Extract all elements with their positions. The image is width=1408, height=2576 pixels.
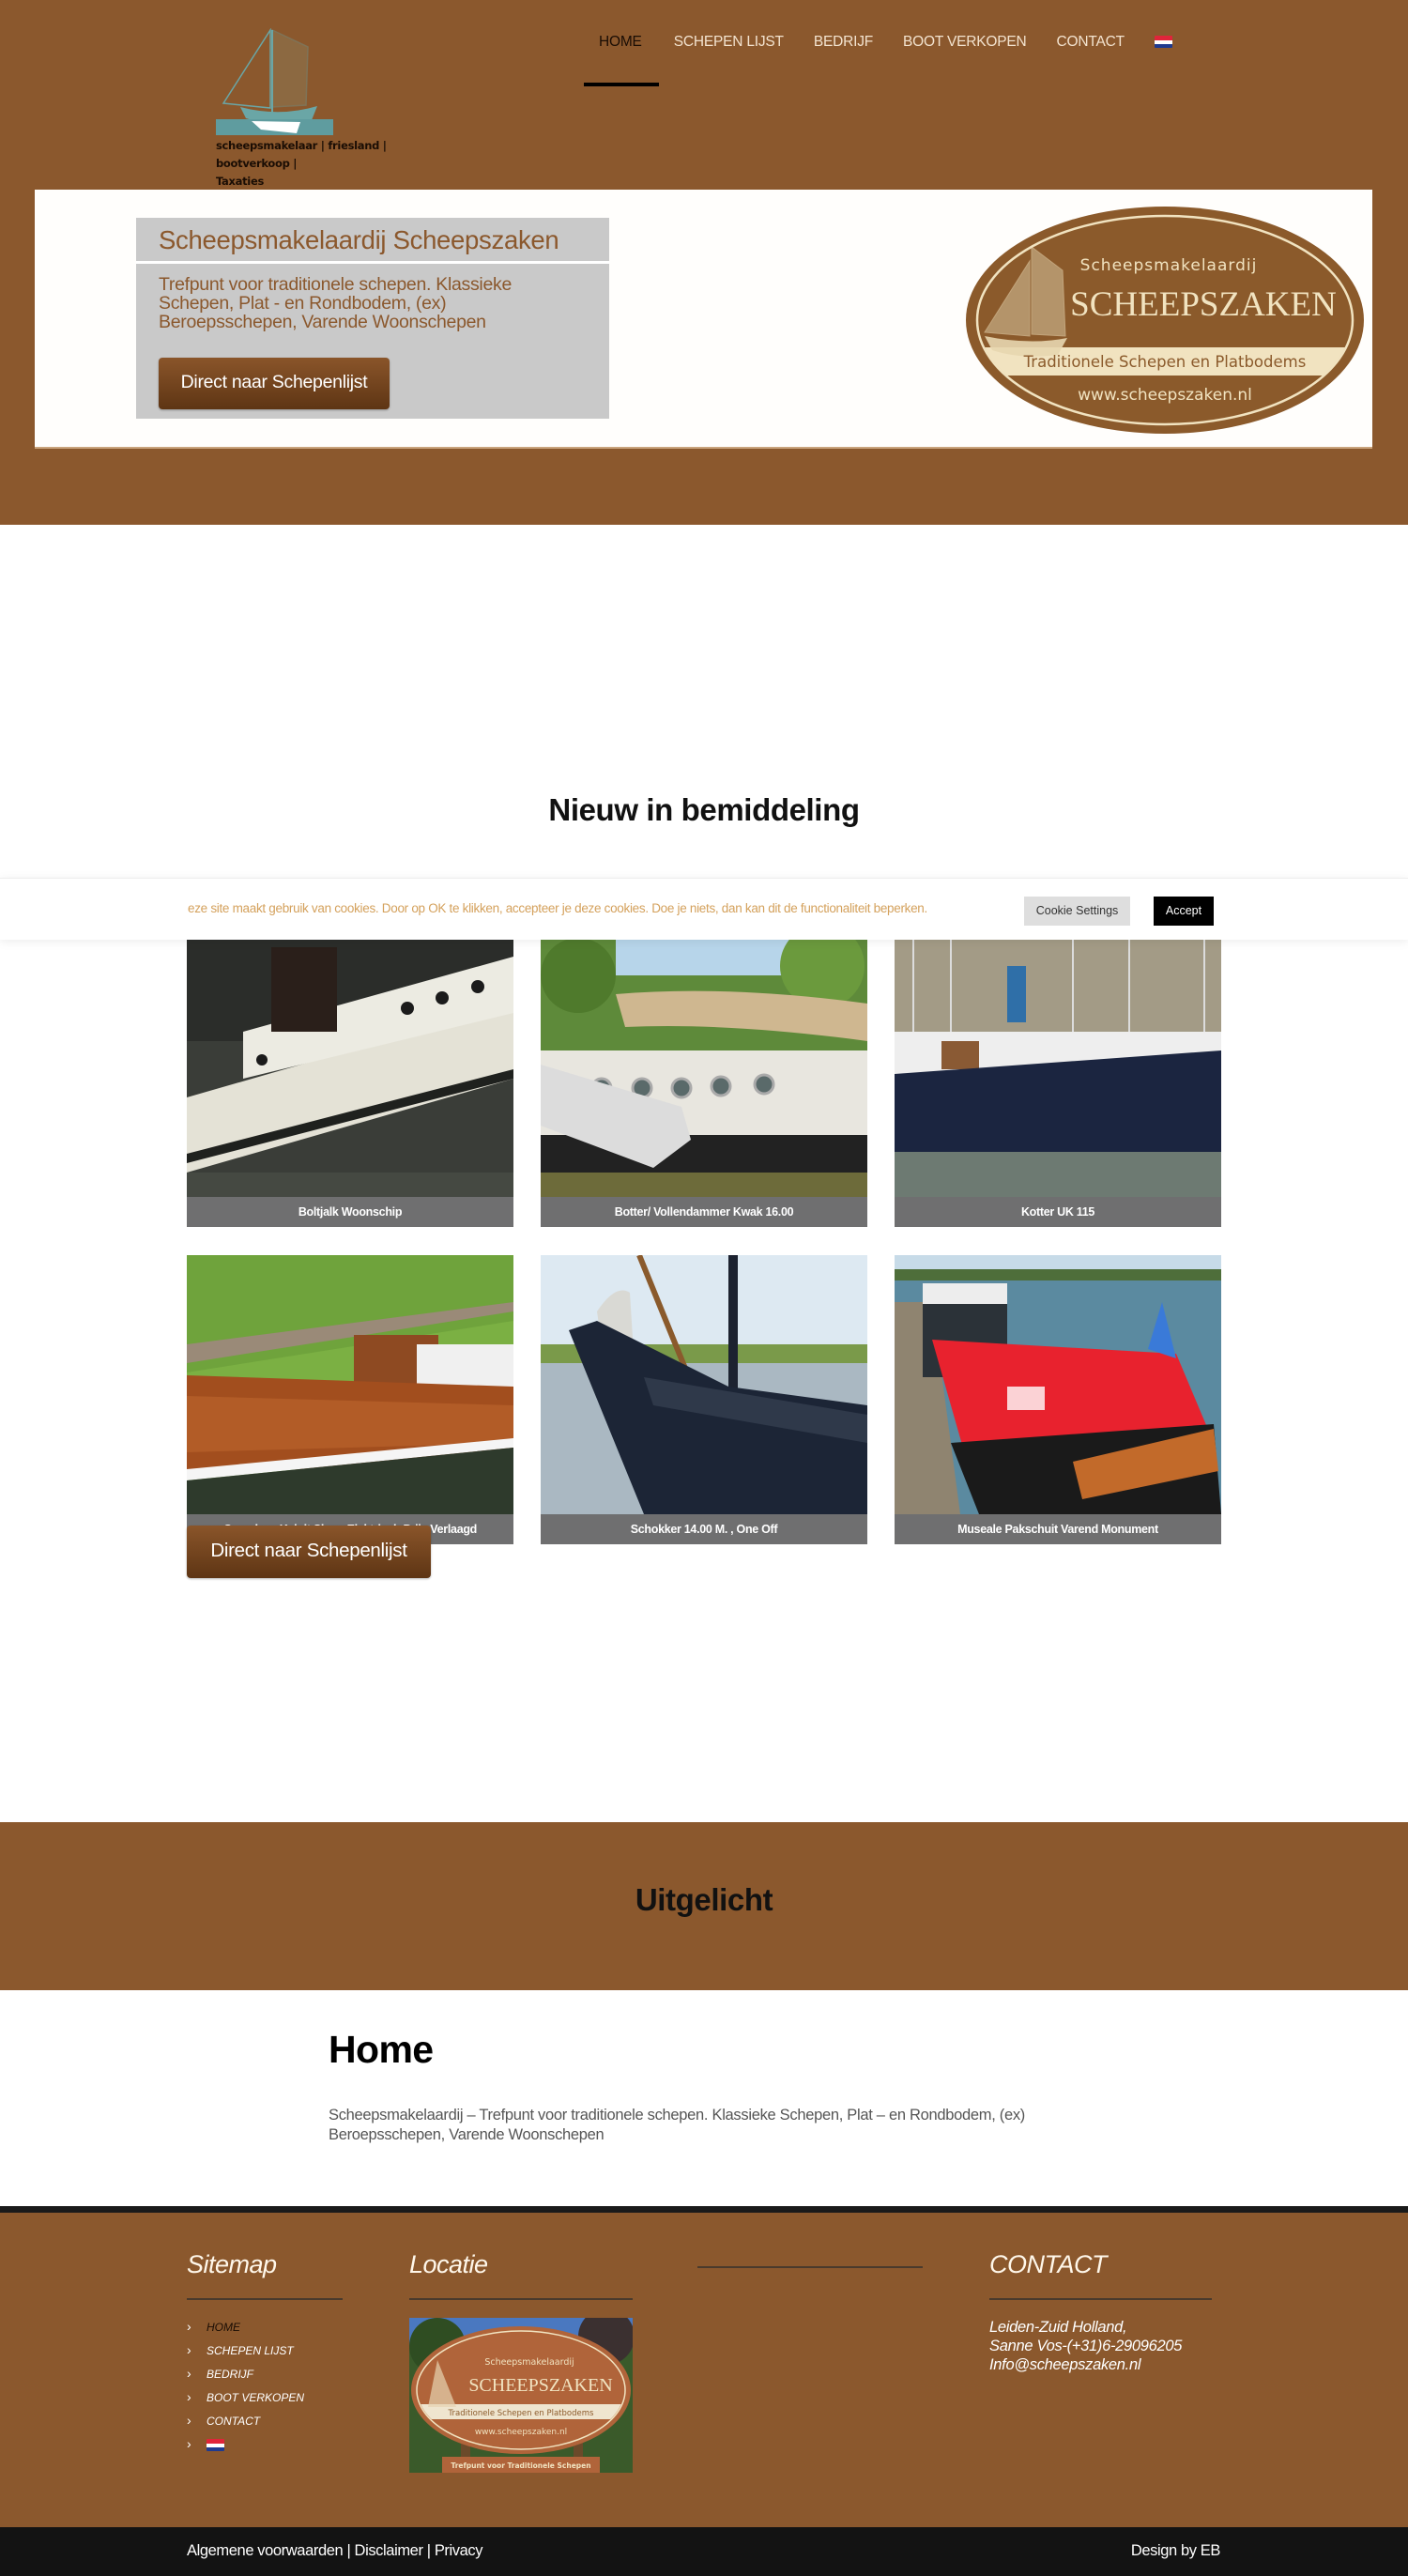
emblem-url: www.scheepszaken.nl [1078,386,1252,405]
listing-card[interactable]: Botter/ Vollendammer Kwak 16.00 [541,938,867,1227]
netherlands-flag-icon [207,2439,224,2452]
legal-links: Algemene voorwaarden | Disclaimer | Priv… [187,2542,483,2560]
sign-band: Traditionele Schepen en Platbodems [448,2409,594,2418]
bottom-bar: Algemene voorwaarden | Disclaimer | Priv… [0,2527,1408,2576]
listing-caption: Museale Pakschuit Varend Monument [895,1514,1221,1544]
featured-heading: Home [329,2028,434,2071]
emblem-band: Traditionele Schepen en Platbodems [1023,353,1307,371]
hero-panel: Scheepsmakelaardij Scheepszaken Trefpunt… [35,190,1372,449]
featured-content: Home Scheepsmakelaardij – Trefpunt voor … [0,1990,1408,2206]
sitemap-link-home[interactable]: HOME [187,2317,343,2341]
listing-photo-canadese-sloep [187,1255,513,1514]
hero-text: Trefpunt voor traditionele schepen. Klas… [159,274,512,332]
design-credit: Design by EB [1130,2542,1221,2559]
listing-photo-boltjalk [187,938,513,1197]
emblem-top-line: Scheepsmakelaardij [1080,256,1258,275]
link-disclaimer[interactable]: Disclaimer [355,2542,423,2559]
nav-contact[interactable]: CONTACT [1042,30,1140,58]
netherlands-flag-icon [1154,36,1172,49]
divider [187,2298,343,2300]
listing-photo-schokker [541,1255,867,1514]
sign-name: SCHEEPSZAKEN [468,2375,612,2396]
site-footer: Sitemap HOME SCHEPEN LIJST BEDRIJF BOOT … [0,2206,1408,2527]
sitemap-link-boot-verkopen[interactable]: BOOT VERKOPEN [187,2387,343,2412]
site-logo[interactable]: scheepsmakelaar | friesland | bootverkoo… [214,28,449,191]
divider [697,2266,923,2268]
listing-caption: Schokker 14.00 M. , One Off [541,1514,867,1544]
cookie-text: eze site maakt gebruik van cookies. Door… [188,901,927,915]
sitemap-link-language[interactable] [187,2434,343,2459]
contact-title: CONTACT [989,2250,1108,2278]
hero-schepenlijst-button[interactable]: Direct naar Schepenlijst [159,358,390,409]
nav-boot-verkopen[interactable]: BOOT VERKOPEN [888,30,1041,58]
new-listings-title: Nieuw in bemiddeling [548,792,860,827]
footer-sitemap: Sitemap HOME SCHEPEN LIJST BEDRIJF BOOT … [187,2250,343,2459]
sitemap-link-bedrijf[interactable]: BEDRIJF [187,2364,343,2388]
listing-card[interactable]: Schokker 14.00 M. , One Off [541,1255,867,1544]
nav-bedrijf[interactable]: BEDRIJF [799,30,888,58]
listings-schepenlijst-button[interactable]: Direct naar Schepenlijst [187,1526,431,1578]
featured-text: Scheepsmakelaardij – Trefpunt voor tradi… [329,2107,1025,2143]
locatie-photo[interactable]: Scheepsmakelaardij SCHEEPSZAKEN Traditio… [409,2308,635,2473]
legal-separator: | [422,2542,435,2559]
main-nav: HOME SCHEPEN LIJST BEDRIJF BOOT VERKOPEN… [584,30,1187,86]
legal-separator: | [343,2542,355,2559]
footer-empty-column [697,2250,923,2268]
listing-card[interactable]: Museale Pakschuit Varend Monument [895,1255,1221,1544]
site-header: scheepsmakelaar | friesland | bootverkoo… [0,0,1408,190]
footer-contact: CONTACT Leiden-Zuid Holland, Sanne Vos-(… [989,2250,1212,2374]
cookie-banner: eze site maakt gebruik van cookies. Door… [0,878,1408,940]
emblem-name: SCHEEPSZAKEN [1070,285,1337,324]
nav-language[interactable] [1140,30,1187,58]
listings-grid: Boltjalk Woonschip Botter/ Vollendammer … [187,938,1221,1544]
listing-caption: Boltjalk Woonschip [187,1197,513,1227]
sitemap-link-schepen-lijst[interactable]: SCHEPEN LIJST [187,2340,343,2365]
sign-url: www.scheepszaken.nl [475,2428,567,2437]
contact-phone[interactable]: Sanne Vos-(+31)6-29096205 [989,2337,1212,2355]
sitemap-title: Sitemap [187,2250,277,2278]
link-privacy[interactable]: Privacy [435,2542,483,2559]
nav-home[interactable]: HOME [584,30,659,86]
locatie-title: Locatie [409,2250,488,2278]
hero-textbox: Scheepsmakelaardij Scheepszaken Trefpunt… [136,218,609,419]
footer-locatie: Locatie Scheepsmakelaardij SCHEEPSZAKEN … [409,2250,635,2473]
sign-plaque: Trefpunt voor Traditionele Schepen [451,2461,590,2470]
listing-card[interactable]: Boltjalk Woonschip [187,938,513,1227]
hero-title: Scheepsmakelaardij Scheepszaken [136,218,609,264]
hero-section: Scheepsmakelaardij Scheepszaken Trefpunt… [0,190,1408,525]
divider [989,2298,1212,2300]
scheepszaken-emblem: Scheepsmakelaardij SCHEEPSZAKEN Traditio… [964,205,1366,440]
logo-tagline-line1: scheepsmakelaar | friesland | bootverkoo… [216,139,387,170]
listing-photo-pakschuit [895,1255,1221,1514]
cookie-settings-button[interactable]: Cookie Settings [1024,897,1130,926]
logo-tagline-line2: Taxaties [216,175,264,188]
sailboat-logo-icon [216,28,333,135]
nav-schepen-lijst[interactable]: SCHEPEN LIJST [659,30,799,58]
sign-top-line: Scheepsmakelaardij [484,2357,574,2368]
sitemap-link-contact[interactable]: CONTACT [187,2411,343,2435]
new-listings-section: Nieuw in bemiddeling eze site maakt gebr… [0,525,1408,1822]
cookie-accept-button[interactable]: Accept [1154,897,1214,926]
listing-card[interactable]: Kotter UK 115 [895,938,1221,1227]
featured-band: Uitgelicht [0,1822,1408,1990]
contact-email[interactable]: Info@scheepszaken.nl [989,2355,1212,2374]
listing-caption: Botter/ Vollendammer Kwak 16.00 [541,1197,867,1227]
featured-title: Uitgelicht [635,1882,773,1917]
contact-address: Leiden-Zuid Holland, [989,2319,1127,2336]
listing-card[interactable]: Canadese Kajuit Sloep Elektrisch Prijs V… [187,1255,513,1544]
listing-photo-botter [541,938,867,1197]
listing-caption: Kotter UK 115 [895,1197,1221,1227]
link-algemene-voorwaarden[interactable]: Algemene voorwaarden [187,2542,344,2559]
listing-photo-kotter [895,938,1221,1197]
divider [409,2298,633,2300]
scheepszaken-emblem-icon: Scheepsmakelaardij SCHEEPSZAKEN Traditio… [966,207,1364,434]
